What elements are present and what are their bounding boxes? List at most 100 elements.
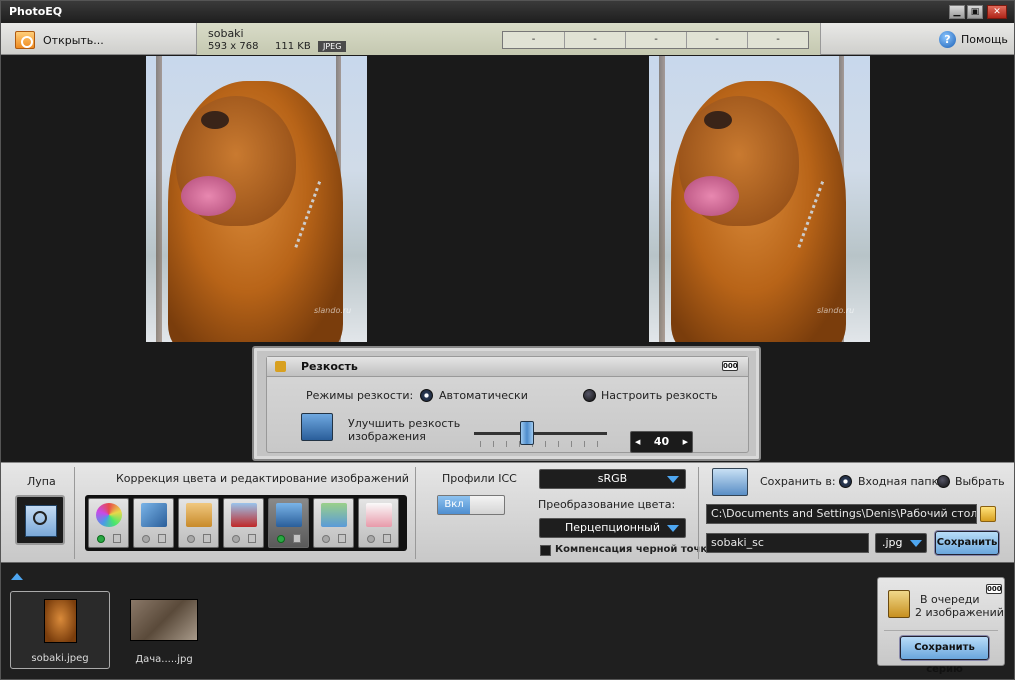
toolbar: Открыть... sobaki 593 x 768 111 KB JPEG …: [1, 23, 1014, 55]
image-watermark: slando.ru: [314, 306, 352, 315]
tool-cut[interactable]: [223, 498, 264, 548]
icc-toggle[interactable]: Вкл: [437, 495, 505, 515]
status-dot: [277, 535, 285, 543]
spin-decrement-icon[interactable]: ◀: [635, 432, 640, 452]
chevron-down-icon: [667, 476, 679, 483]
sharpness-panel-inner: Резкость 000 Режимы резкости: Автоматиче…: [266, 356, 749, 453]
status-dot: [322, 535, 330, 543]
enhance-label-1: Улучшить резкость: [348, 417, 461, 430]
open-button-label: Открыть...: [43, 33, 104, 47]
color-wheel-icon: [96, 503, 122, 527]
queue-thumb[interactable]: sobaki.jpeg: [10, 591, 110, 669]
open-folder-icon: [15, 31, 35, 49]
title-bar: PhotoEQ ▁ ▣ ✕: [1, 1, 1014, 23]
radio-auto[interactable]: [420, 389, 433, 402]
file-name: sobaki: [208, 27, 244, 40]
lock-pad-icon: [248, 534, 256, 543]
thumb-image: [44, 599, 77, 643]
window-title: PhotoEQ: [9, 5, 63, 18]
file-info-panel: sobaki 593 x 768 111 KB JPEG - - - - -: [196, 23, 821, 55]
browse-folder-icon[interactable]: [980, 506, 996, 522]
radio-choose-folder[interactable]: [937, 475, 950, 488]
conversion-select[interactable]: Перцепционный: [539, 518, 686, 538]
sharpness-slider-thumb[interactable]: [520, 421, 535, 445]
status-dot: [97, 535, 105, 543]
tool-sharpen[interactable]: [268, 498, 309, 548]
save-icon: [712, 468, 748, 496]
tool-color-correction[interactable]: [88, 498, 129, 548]
lock-pad-icon: [383, 534, 391, 543]
tool-crop[interactable]: [178, 498, 219, 548]
panel-badge[interactable]: 000: [722, 361, 738, 371]
file-slot: -: [747, 32, 808, 48]
radio-manual-label[interactable]: Настроить резкость: [601, 389, 718, 402]
tool-eraser[interactable]: [313, 498, 354, 548]
correction-tools: [85, 495, 407, 551]
collapse-icon[interactable]: [11, 573, 23, 580]
black-point-label[interactable]: Компенсация черной точки: [555, 544, 714, 555]
queue-thumb[interactable]: Дача.....jpg: [114, 591, 214, 669]
loupe-button[interactable]: [15, 495, 65, 545]
lock-icon[interactable]: [275, 361, 286, 372]
thumb-name: Дача.....jpg: [135, 654, 193, 665]
brush-icon: [366, 503, 392, 527]
conversion-label: Преобразование цвета:: [538, 498, 676, 511]
chevron-down-icon: [667, 525, 679, 532]
radio-manual[interactable]: [583, 389, 596, 402]
tool-retouch[interactable]: [358, 498, 399, 548]
lock-pad-icon: [338, 534, 346, 543]
icc-profile-select[interactable]: sRGB: [539, 469, 686, 489]
save-button[interactable]: Сохранить: [935, 531, 999, 555]
file-slot: -: [531, 34, 536, 45]
status-dot: [142, 535, 150, 543]
sharpness-value-spinner[interactable]: ◀ 40 ▶: [630, 431, 693, 453]
thumb-image: [130, 599, 198, 641]
queue-panel: 000 В очереди 2 изображений Сохранить се…: [877, 577, 1005, 675]
radio-input-folder[interactable]: [839, 475, 852, 488]
open-button[interactable]: Открыть...: [15, 29, 104, 51]
sharpness-slider-track[interactable]: [474, 432, 607, 435]
sharpness-panel: Резкость 000 Режимы резкости: Автоматиче…: [252, 346, 761, 461]
queue-strip: sobaki.jpeg Дача.....jpg 000 В очереди 2…: [1, 564, 1014, 679]
sharpen-icon: [276, 503, 302, 527]
black-point-checkbox[interactable]: [540, 545, 551, 556]
status-dot: [232, 535, 240, 543]
save-filename-field[interactable]: sobaki_sc: [706, 533, 869, 553]
file-format-badge: JPEG: [318, 41, 347, 52]
save-batch-button[interactable]: Сохранить серию: [900, 636, 989, 675]
icc-toggle-on: Вкл: [438, 496, 470, 514]
tool-rotate[interactable]: [133, 498, 174, 548]
save-in-label: Сохранить в:: [760, 475, 836, 488]
enhance-label-2: изображения: [348, 430, 426, 443]
maximize-button[interactable]: ▣: [967, 5, 983, 19]
minimize-button[interactable]: ▁: [949, 5, 965, 19]
save-ext-select[interactable]: .jpg: [875, 533, 927, 553]
help-button[interactable]: ? Помощь: [939, 31, 1008, 48]
radio-input-folder-label[interactable]: Входная папка: [858, 475, 945, 488]
conversion-value: Перцепционный: [564, 521, 661, 534]
file-slot: -: [686, 32, 747, 48]
save-path-field[interactable]: C:\Documents and Settings\Denis\Рабочий …: [706, 504, 977, 524]
file-slot: -: [564, 32, 625, 48]
lock-pad-icon: [203, 534, 211, 543]
icc-profile-value: sRGB: [597, 472, 628, 485]
file-dimensions: 593 x 768: [208, 41, 259, 52]
processed-image[interactable]: slando.ru: [649, 56, 870, 342]
save-ext-value: .jpg: [882, 536, 903, 549]
spin-increment-icon[interactable]: ▶: [683, 432, 688, 452]
tools-title: Коррекция цвета и редактирование изображ…: [116, 472, 409, 485]
eraser-icon: [321, 503, 347, 527]
lock-pad-icon: [113, 534, 121, 543]
radio-auto-label[interactable]: Автоматически: [439, 389, 528, 402]
queue-icon: [888, 590, 910, 618]
radio-choose-folder-label[interactable]: Выбрать: [955, 475, 1005, 488]
close-button[interactable]: ✕: [987, 5, 1007, 19]
sharpness-title: Резкость: [301, 360, 358, 373]
sharpness-value: 40: [653, 435, 670, 448]
magnifier-icon: [33, 511, 47, 525]
lock-pad-icon: [158, 534, 166, 543]
sharpness-modes-label: Режимы резкости:: [306, 389, 414, 402]
original-image[interactable]: slando.ru: [146, 56, 367, 342]
queue-badge[interactable]: 000: [986, 584, 1002, 594]
scissors-icon: [231, 503, 257, 527]
